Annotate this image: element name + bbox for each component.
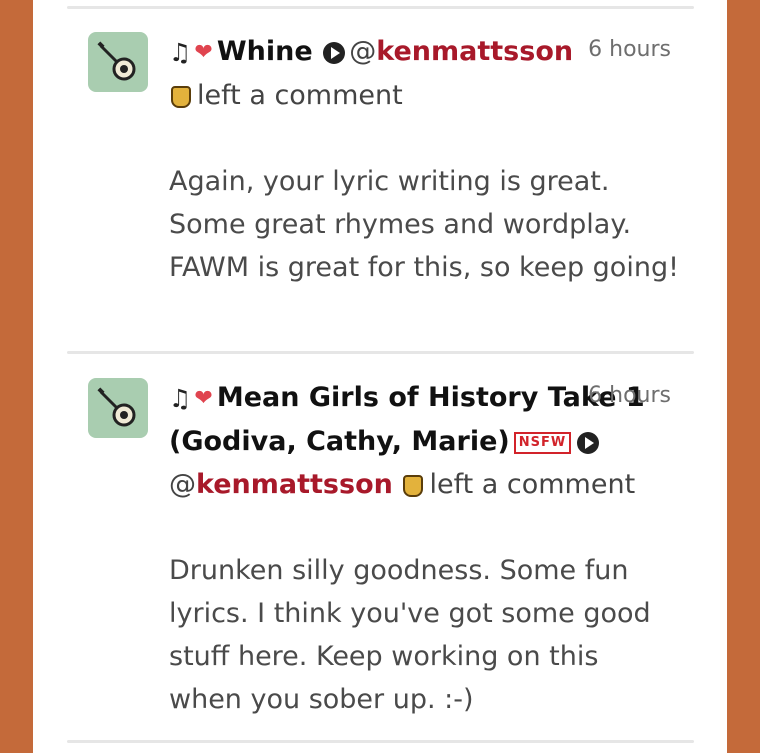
username-link[interactable]: kenmattsson xyxy=(196,469,393,500)
song-title-link[interactable]: Whine xyxy=(217,36,313,67)
heart-icon: ❤ xyxy=(194,40,213,65)
rock-hand-icon xyxy=(171,85,191,108)
action-text: left a comment xyxy=(429,469,636,500)
comment-header: ♫ ❤ Whine @kenmattsson left a comment xyxy=(169,30,589,117)
music-note-icon: ♫ xyxy=(169,384,192,413)
action-text: left a comment xyxy=(197,80,403,111)
user-avatar[interactable] xyxy=(88,378,148,438)
banjo-icon xyxy=(97,41,136,81)
divider xyxy=(67,6,694,9)
banjo-icon xyxy=(97,387,136,427)
mention-at: @ xyxy=(349,36,377,67)
play-icon[interactable] xyxy=(323,41,346,64)
play-icon[interactable] xyxy=(577,431,600,454)
rock-hand-icon xyxy=(403,474,424,497)
divider xyxy=(67,740,694,743)
heart-icon: ❤ xyxy=(194,386,213,411)
nsfw-badge: NSFW xyxy=(513,431,572,454)
activity-feed: ♫ ❤ Whine @kenmattsson left a comment 6 ho… xyxy=(33,0,727,753)
comment-text: Drunken silly goodness. Some fun lyrics.… xyxy=(169,555,651,715)
song-title-link[interactable]: Mean Girls of History Take 1 (Godiva, Ca… xyxy=(169,382,645,457)
mention-at: @ xyxy=(169,469,196,500)
timestamp: 6 hours xyxy=(588,37,671,62)
music-note-icon: ♫ xyxy=(169,38,192,67)
username-link[interactable]: kenmattsson xyxy=(376,36,573,67)
timestamp: 6 hours xyxy=(588,383,671,408)
user-avatar[interactable] xyxy=(88,32,148,92)
comment-text: Again, your lyric writing is great. Some… xyxy=(169,166,679,283)
divider xyxy=(67,351,694,354)
